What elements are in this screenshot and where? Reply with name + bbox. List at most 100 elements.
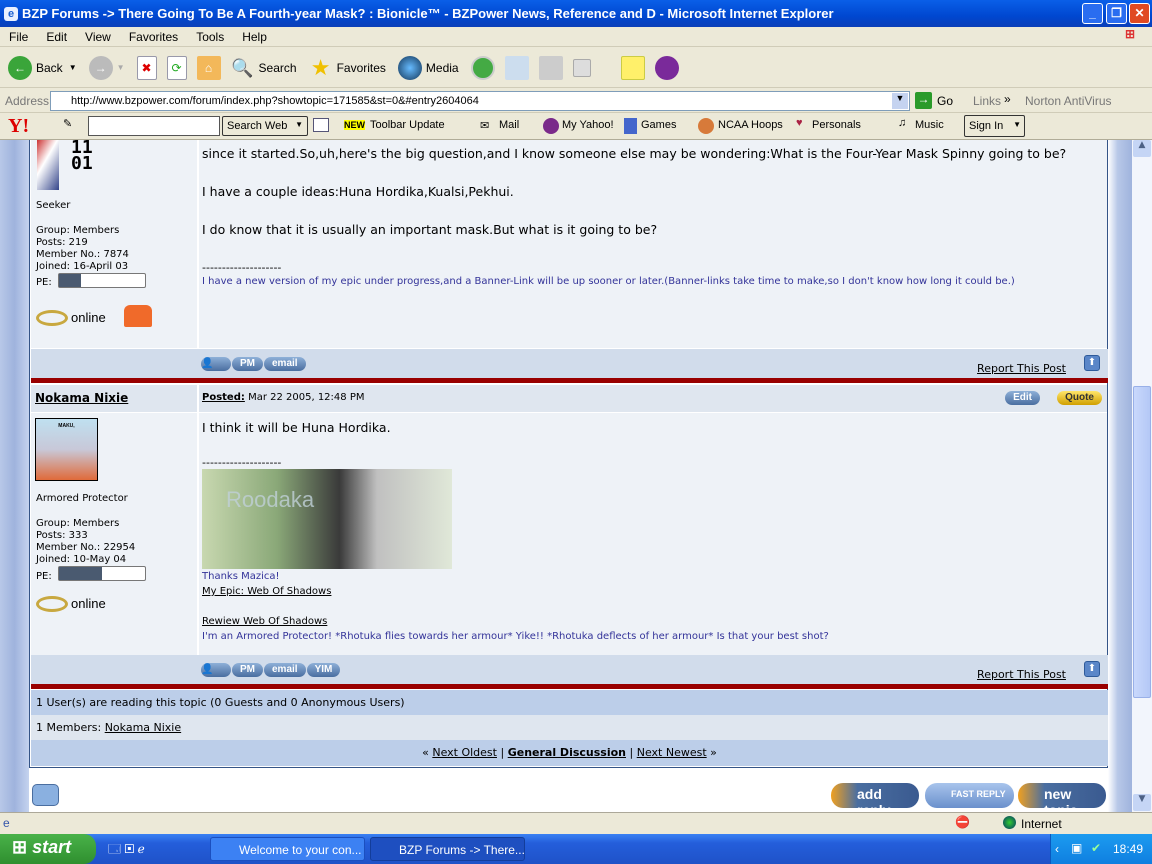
next-oldest-link[interactable]: Next Oldest — [432, 746, 497, 759]
taskbar-item-active[interactable]: BZP Forums -> There... — [370, 837, 525, 861]
new-topic-label: new topic — [1044, 786, 1078, 812]
taskbar-item[interactable]: Welcome to your con... — [210, 837, 365, 861]
go-label: Go — [937, 93, 954, 108]
search-icon: 🔍 — [231, 57, 254, 78]
report-post-link[interactable]: Report This Post — [977, 668, 1066, 681]
post2-author-panel: MAKU, Armored Protector Group: Members P… — [31, 413, 197, 655]
chevron-icon[interactable]: » — [1004, 92, 1011, 106]
discuss-icon[interactable] — [620, 55, 645, 80]
sign-in-button[interactable]: Sign In ▼ — [964, 115, 1025, 137]
back-to-top-icon[interactable]: ⬆ — [1084, 355, 1100, 371]
games-button[interactable]: Games — [641, 119, 676, 131]
back-button[interactable]: ← Back ▼ — [8, 55, 77, 80]
minimize-button[interactable]: _ — [1082, 3, 1103, 24]
add-reply-button[interactable]: add reply — [831, 783, 919, 812]
member-rank: Seeker — [36, 200, 71, 211]
links-button[interactable]: Links — [973, 94, 1001, 108]
start-button[interactable]: ⊞ start — [0, 834, 96, 864]
pm-button[interactable]: PM — [232, 663, 263, 677]
menu-file[interactable]: File — [0, 30, 37, 44]
system-tray: ‹ ▣ ✔ 18:49 — [1050, 834, 1152, 864]
status-bar: e ⛔ Internet — [0, 812, 1152, 834]
my-yahoo-button[interactable]: My Yahoo! — [562, 119, 614, 131]
new-topic-button[interactable]: new topic — [1018, 783, 1106, 812]
norton-button[interactable]: Norton AntiVirus — [1025, 94, 1112, 108]
signature-thanks: Thanks Mazica! — [202, 571, 280, 582]
edit-button[interactable]: Edit — [1005, 391, 1040, 405]
topic-table: 11 01 Seeker Group: Members Posts: 219 M… — [29, 140, 1108, 768]
profile-button[interactable]: 👤 — [201, 357, 231, 371]
author-name-link[interactable]: Nokama Nixie — [35, 391, 128, 405]
stop-icon[interactable]: ✖ — [136, 55, 157, 80]
window-title: BZP Forums -> There Going To Be A Fourth… — [22, 6, 834, 21]
options-icon[interactable] — [32, 784, 59, 806]
history-icon[interactable] — [470, 55, 495, 80]
scroll-thumb[interactable] — [1133, 386, 1151, 698]
vertical-scrollbar[interactable]: ▲ ▼ — [1132, 140, 1152, 812]
address-dropdown-icon[interactable]: ▼ — [892, 93, 908, 109]
scroll-up-icon[interactable]: ▲ — [1133, 140, 1151, 157]
back-arrow-icon: ← — [8, 55, 32, 80]
menu-edit[interactable]: Edit — [37, 30, 76, 44]
toolbar-update-button[interactable]: Toolbar Update — [370, 119, 445, 131]
print-icon[interactable] — [538, 55, 563, 80]
online-status: online — [71, 596, 106, 611]
posted-label: Posted: — [202, 392, 245, 403]
profile-button[interactable]: 👤 — [201, 663, 231, 677]
member-joined: Joined: 10-May 04 — [36, 554, 127, 565]
pm-button[interactable]: PM — [232, 357, 263, 371]
close-button[interactable]: ✕ — [1129, 3, 1150, 24]
email-button[interactable]: email — [264, 663, 306, 677]
address-input[interactable]: http://www.bzpower.com/forum/index.php?s… — [50, 91, 910, 111]
yahoo-logo-icon[interactable]: Y! — [8, 115, 29, 138]
next-newest-link[interactable]: Next Newest — [637, 746, 707, 759]
signature-quote: I'm an Armored Protector! *Rhotuka flies… — [202, 631, 829, 642]
page-border-left — [0, 140, 29, 812]
messenger-icon[interactable] — [654, 55, 679, 80]
signature-separator: -------------------- — [202, 261, 282, 274]
menu-view[interactable]: View — [76, 30, 120, 44]
personals-button[interactable]: Personals — [812, 119, 861, 131]
epic-link[interactable]: My Epic: Web Of Shadows — [202, 584, 1107, 599]
ribbon-avatar-icon — [37, 140, 59, 190]
menu-help[interactable]: Help — [233, 30, 276, 44]
mail-icon[interactable] — [504, 55, 529, 80]
edit-icon[interactable] — [572, 58, 591, 77]
report-post-link[interactable]: Report This Post — [977, 362, 1066, 375]
back-to-top-icon[interactable]: ⬆ — [1084, 661, 1100, 677]
go-button[interactable]: → Go — [915, 92, 953, 109]
members-label: 1 Members: — [36, 721, 102, 734]
favorites-button[interactable]: ★ Favorites — [309, 55, 386, 80]
search-web-button[interactable]: Search Web ▼ — [222, 116, 308, 136]
title-bar: e BZP Forums -> There Going To Be A Four… — [0, 0, 1152, 27]
media-button[interactable]: Media — [397, 55, 459, 80]
refresh-icon[interactable]: ⟳ — [166, 55, 187, 80]
forum-link[interactable]: General Discussion — [508, 746, 626, 759]
member-link[interactable]: Nokama Nixie — [105, 721, 181, 734]
quicklaunch-icons[interactable]: 🗔 ▣ ℯ — [108, 840, 145, 861]
yahoo-mail-button[interactable]: Mail — [499, 119, 519, 131]
maximize-button[interactable]: ❐ — [1106, 3, 1127, 24]
music-icon: ♫ — [898, 117, 907, 129]
page-border-right — [1108, 140, 1132, 812]
ncaa-hoops-button[interactable]: NCAA Hoops — [718, 119, 783, 131]
music-button[interactable]: Music — [915, 119, 944, 131]
yim-button[interactable]: YIM — [306, 663, 341, 677]
menu-tools[interactable]: Tools — [187, 30, 233, 44]
standard-toolbar: ← Back ▼ → ▼ ✖ ⟳ ⌂ 🔍 Search ★ Favorites Media — [0, 48, 1152, 88]
menu-favorites[interactable]: Favorites — [120, 30, 187, 44]
fast-reply-button[interactable]: FAST REPLY — [925, 783, 1014, 808]
scroll-down-icon[interactable]: ▼ — [1133, 794, 1151, 811]
post1-footer: 👤 PM email Report This Post ⬆ — [31, 349, 1108, 378]
tray-expand-icon[interactable]: ‹ — [1055, 842, 1059, 856]
active-members-row: 1 Members: Nokama Nixie — [31, 715, 1108, 740]
yahoo-search-input[interactable] — [88, 116, 220, 136]
home-icon[interactable]: ⌂ — [196, 55, 221, 80]
email-button[interactable]: email — [264, 357, 306, 371]
review-link[interactable]: Rewiew Web Of Shadows — [202, 614, 1107, 629]
bookmark-icon[interactable] — [313, 118, 329, 132]
forward-button[interactable]: → ▼ — [88, 55, 125, 80]
quote-button[interactable]: Quote — [1057, 391, 1102, 405]
search-button[interactable]: 🔍 Search — [231, 56, 296, 80]
pencil-icon[interactable]: ✎ — [63, 117, 72, 130]
